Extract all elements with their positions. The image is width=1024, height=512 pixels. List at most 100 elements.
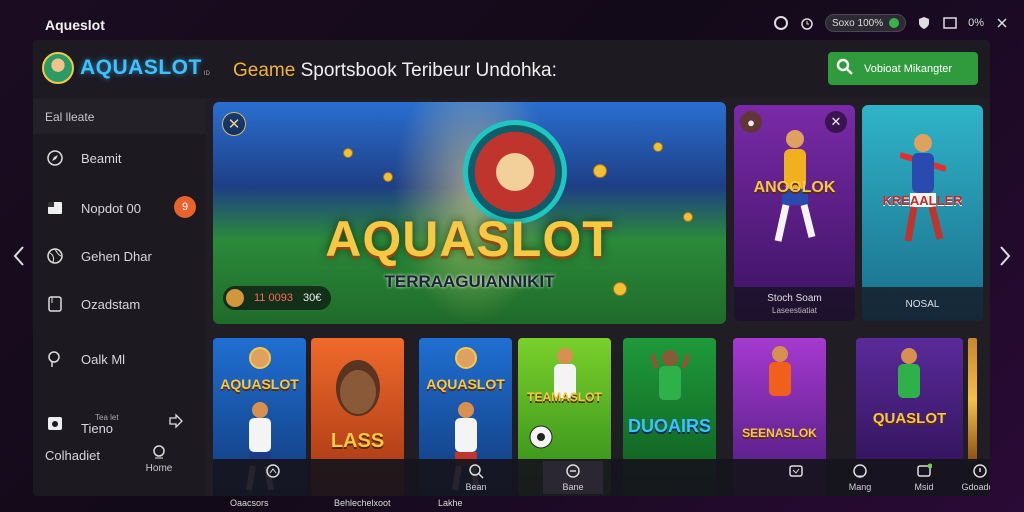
hero-banner[interactable]: AQUASLOT TERRAAGUIANNIKIT ✕ 11 0093 30€ <box>213 102 726 324</box>
coin-icon <box>593 164 607 178</box>
window-icon[interactable] <box>942 15 958 31</box>
header: AQUASLOT ID Geame Sportsbook Teribeur Un… <box>33 40 990 98</box>
sidebar-item-label: Beamit <box>81 150 122 166</box>
nav-item-user[interactable] <box>243 463 303 482</box>
sidebar-item-label: Ozadstam <box>81 296 141 312</box>
sidebar: Eal lleate Beamit Nopdot 00 9 Gehen Dhar… <box>33 100 205 496</box>
side-card-foot2: Laseestiatiat <box>772 306 817 315</box>
nav-item-bean[interactable]: Bean <box>446 463 506 492</box>
gift-icon <box>852 463 868 479</box>
bottom-nav: Bean Bane Mang Msid Gdoadon <box>213 459 990 496</box>
sidebar-heading: Eal lleate <box>33 100 205 134</box>
status-pill-text: Soxo 100% <box>831 17 884 29</box>
camera-icon <box>45 413 65 433</box>
nav-item-trophy[interactable] <box>766 463 826 482</box>
coin-icon <box>343 148 353 158</box>
headline-highlight: Geame <box>233 60 296 81</box>
cta-label: Vobioat Mikangter <box>864 62 953 75</box>
tile-name: AQUASLOT <box>220 376 299 392</box>
side-card-title: KREAALLER <box>882 193 963 208</box>
sidebar-item-nopdot[interactable]: Nopdot 00 <box>45 198 141 218</box>
shield-check-icon <box>889 18 900 28</box>
logo[interactable]: AQUASLOT ID <box>42 52 210 84</box>
notification-badge: 9 <box>174 196 196 218</box>
app-title: Aqueslot <box>45 17 105 33</box>
user-icon <box>265 463 281 479</box>
side-card-foot1: NOSAL <box>905 298 940 310</box>
controller-icon <box>565 463 581 479</box>
nav-label: Msid <box>914 482 934 492</box>
tile-name: TEAMASLOT <box>527 390 602 404</box>
sidebar-item-label: Tieno <box>81 421 114 436</box>
globe-icon <box>45 246 65 266</box>
player-portrait <box>463 120 567 224</box>
score-red: 11 0093 <box>254 292 293 304</box>
shield-icon[interactable] <box>916 15 932 31</box>
side-card-footer: Stoch Soam Laseestiatiat <box>734 287 855 321</box>
tile-portrait-icon <box>419 346 512 375</box>
logo-avatar-icon <box>42 52 74 84</box>
home-label: Home <box>145 463 173 474</box>
close-icon[interactable]: ✕ <box>222 112 246 136</box>
home-button[interactable]: Home <box>141 444 177 474</box>
tile-name: DUOAIRS <box>627 416 711 436</box>
cta-button[interactable]: Vobioat Mikangter <box>828 52 978 85</box>
sidebar-item-ozadstam[interactable]: Ozadstam <box>45 294 140 314</box>
coin-icon <box>653 142 663 152</box>
page-headline: Geame Sportsbook Teribeur Undohka: <box>233 60 557 82</box>
record-icon[interactable] <box>773 15 789 31</box>
nav-label: Bean <box>465 482 487 492</box>
sidebar-item-beamit[interactable]: Beamit <box>45 148 121 168</box>
sidebar-item-oalk[interactable]: Oalk Ml <box>45 349 125 369</box>
tile-name: AQUASLOT <box>426 376 505 392</box>
side-card-promo-2[interactable]: KREAALLER NOSAL <box>862 105 983 321</box>
sidebar-footer-label: Colhadiet <box>45 448 100 463</box>
close-icon[interactable]: ✕ <box>825 111 847 133</box>
share-icon[interactable] <box>167 412 185 435</box>
side-card-promo-1[interactable]: ANOOLOK ● Stoch Soam Laseestiatiat <box>734 105 855 321</box>
player-figure <box>900 134 946 242</box>
nav-item-bane[interactable]: Bane <box>543 461 603 494</box>
player-figure <box>769 346 791 396</box>
status-pill[interactable]: Soxo 100% <box>824 14 907 32</box>
sidebar-item-label: Gehen Dhar <box>81 248 152 264</box>
sidebar-item-gehen[interactable]: Gehen Dhar <box>45 246 152 266</box>
soccer-ball-icon <box>529 425 553 449</box>
settings-icon <box>972 463 988 479</box>
tile-caption: Behlechelxoot <box>334 498 391 508</box>
side-card-foot1: Stoch Soam <box>767 293 822 304</box>
trophy-icon <box>788 463 804 479</box>
hero-brand: AQUASLOT <box>325 211 614 267</box>
search-icon <box>836 58 854 79</box>
nav-label: Gdoadon <box>961 482 990 492</box>
nav-label: Mang <box>848 482 872 492</box>
headline-rest: Sportsbook Teribeur Undohka: <box>295 60 557 81</box>
logo-sub: ID <box>203 71 210 77</box>
player-portrait <box>336 360 380 416</box>
tile-caption: Lakhe <box>438 498 463 508</box>
scroll-stripe[interactable] <box>968 338 977 462</box>
wallet-icon <box>45 198 65 218</box>
nav-label: Bane <box>562 482 584 492</box>
tile-portrait-icon <box>213 346 306 375</box>
percent-readout: 0% <box>968 17 984 29</box>
close-icon[interactable] <box>994 15 1010 31</box>
score-chip[interactable]: 11 0093 30€ <box>223 286 332 310</box>
avatar <box>226 289 244 307</box>
nav-item-mang[interactable]: Mang <box>830 463 890 492</box>
sidebar-item-tieno[interactable]: Tea let Tieno <box>45 412 119 436</box>
next-arrow-icon[interactable] <box>998 244 1012 268</box>
gold-chip-icon: ● <box>740 111 762 133</box>
compass-icon <box>45 148 65 168</box>
nav-item-msid[interactable]: Msid <box>894 463 954 492</box>
chat-icon <box>45 349 65 369</box>
prev-arrow-icon[interactable] <box>12 244 26 268</box>
os-title-bar: Aqueslot Soxo 100% 0% <box>0 0 1024 44</box>
search-icon <box>468 463 484 479</box>
tile-name: QUASLOT <box>872 410 947 427</box>
nav-item-gdoadon[interactable]: Gdoadon <box>960 463 990 492</box>
os-status-area: Soxo 100% 0% <box>773 14 1010 32</box>
message-icon <box>916 463 932 479</box>
alarm-icon[interactable] <box>799 15 815 31</box>
logo-text: AQUASLOT <box>80 56 202 79</box>
